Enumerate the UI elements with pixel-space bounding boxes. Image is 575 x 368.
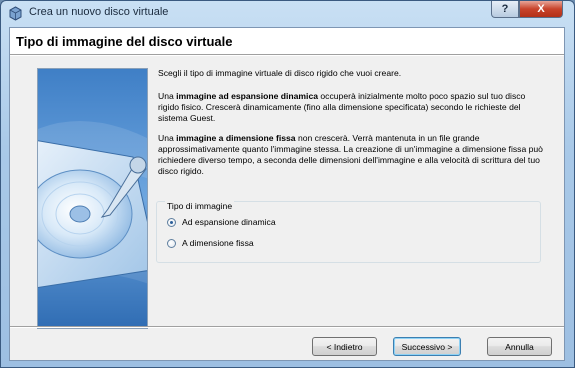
radio-fixed-label[interactable]: A dimensione fissa bbox=[182, 238, 254, 248]
radio-fixed-indicator[interactable] bbox=[167, 238, 176, 248]
dynamic-description: Una immagine ad espansione dinamica occu… bbox=[158, 91, 548, 124]
header-divider bbox=[10, 55, 564, 56]
fixed-prefix: Una bbox=[158, 133, 177, 143]
window-title: Crea un nuovo disco virtuale bbox=[29, 6, 169, 18]
intro-text: Scegli il tipo di immagine virtuale di d… bbox=[158, 68, 402, 78]
page-title: Tipo di immagine del disco virtuale bbox=[16, 34, 233, 49]
radio-dynamic-indicator[interactable] bbox=[167, 217, 176, 227]
close-button[interactable]: X bbox=[519, 1, 563, 18]
radio-fixed[interactable]: A dimensione fissa bbox=[167, 238, 254, 248]
image-type-group: Tipo di immagine Ad espansione dinamica … bbox=[156, 201, 541, 263]
fixed-description: Una immagine a dimensione fissa non cres… bbox=[158, 133, 548, 177]
image-type-legend: Tipo di immagine bbox=[165, 201, 235, 211]
virtualbox-icon bbox=[9, 6, 22, 21]
dialog-client-area: Tipo di immagine del disco virtuale Sceg… bbox=[9, 27, 565, 361]
hard-disk-illustration bbox=[38, 69, 147, 328]
radio-dynamic-label[interactable]: Ad espansione dinamica bbox=[182, 217, 276, 227]
wizard-illustration bbox=[37, 68, 148, 329]
dynamic-prefix: Una bbox=[158, 91, 177, 101]
title-bar[interactable]: Crea un nuovo disco virtuale ? X bbox=[1, 1, 574, 25]
dialog-window: Crea un nuovo disco virtuale ? X Tipo di… bbox=[0, 0, 575, 368]
dynamic-bold: immagine ad espansione dinamica bbox=[176, 91, 318, 101]
help-button[interactable]: ? bbox=[491, 1, 519, 18]
page-header: Tipo di immagine del disco virtuale bbox=[10, 28, 564, 55]
cancel-button[interactable]: Annulla bbox=[487, 337, 552, 356]
fixed-bold: immagine a dimensione fissa bbox=[176, 133, 296, 143]
description-text: Scegli il tipo di immagine virtuale di d… bbox=[158, 68, 548, 186]
footer-divider-highlight bbox=[10, 327, 564, 328]
next-button[interactable]: Successivo > bbox=[393, 337, 461, 356]
back-button[interactable]: < Indietro bbox=[312, 337, 377, 356]
radio-dynamic[interactable]: Ad espansione dinamica bbox=[167, 217, 276, 227]
